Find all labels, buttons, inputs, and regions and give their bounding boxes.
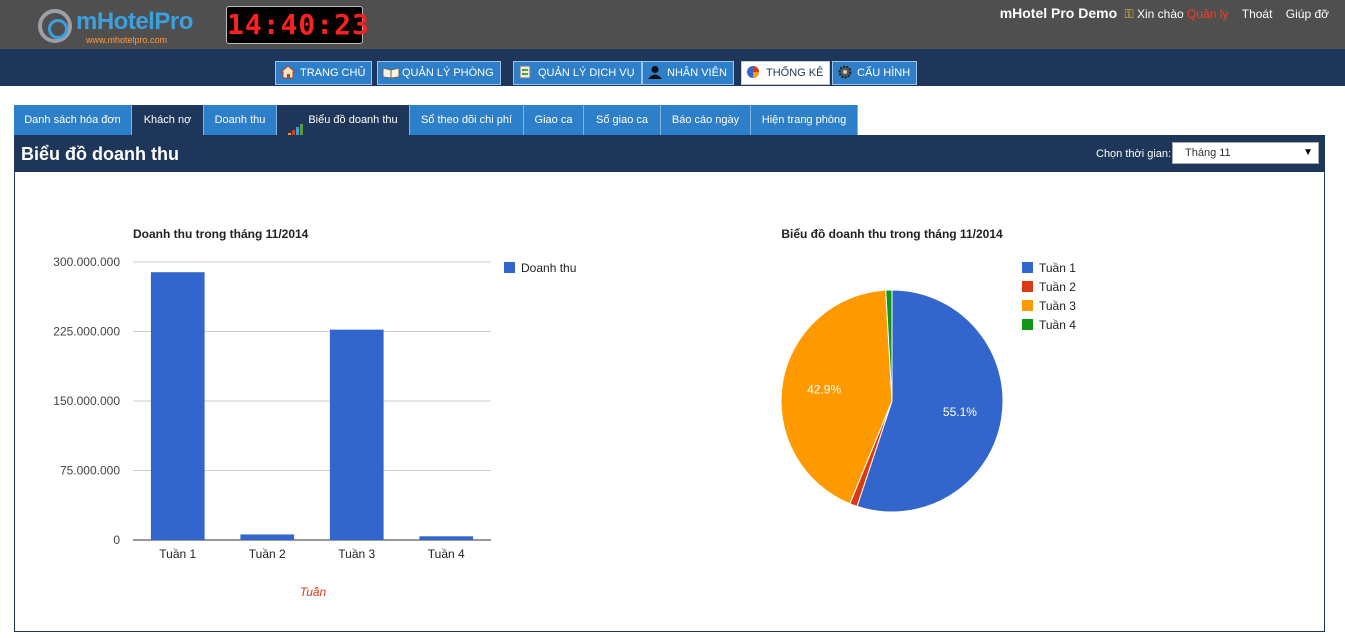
tab-revenue[interactable]: Doanh thu [204, 105, 277, 135]
legend-label: Tuần 1 [1039, 261, 1076, 275]
x-tick-label: Tuần 3 [338, 547, 375, 561]
nav-settings[interactable]: CẤU HÌNH [832, 61, 918, 85]
greeting-text: Xin chào [1136, 7, 1184, 21]
x-tick-label: Tuần 4 [428, 547, 465, 561]
nav-statistics-label: THỐNG KÊ [766, 67, 824, 79]
revenue-chart-panel: Biểu đồ doanh thu Chọn thời gian: Tháng … [14, 135, 1325, 632]
logo-text: mHotelPro [76, 8, 193, 35]
nav-home[interactable]: TRANG CHỦ [275, 61, 373, 85]
user-icon [647, 65, 663, 79]
panel-header: Biểu đồ doanh thu Chọn thời gian: Tháng … [15, 136, 1324, 172]
tab-daily-report[interactable]: Báo cáo ngày [661, 105, 751, 135]
logo-icon [38, 9, 72, 43]
legend-swatch [504, 262, 515, 273]
page-title: Biểu đồ doanh thu [21, 144, 179, 164]
x-tick-label: Tuần 2 [249, 547, 286, 561]
top-bar: mHotelPro www.mhotelpro.com 14:40:23 mHo… [0, 0, 1345, 49]
nav-staff[interactable]: NHÂN VIÊN [642, 61, 734, 85]
period-select[interactable]: Tháng 11 ▼ [1172, 142, 1319, 164]
tab-room-status[interactable]: Hiện trang phòng [751, 105, 858, 135]
help-link[interactable]: Giúp đỡ [1286, 7, 1329, 21]
user-name[interactable]: Quản lý [1187, 7, 1228, 21]
pie-chart: Biểu đồ doanh thu trong tháng 11/2014 55.… [780, 227, 1076, 513]
bar [329, 329, 384, 540]
nav-home-label: TRANG CHỦ [300, 67, 366, 79]
pie-slice-label: 42.9% [807, 383, 841, 397]
bar [240, 534, 295, 540]
x-tick-label: Tuần 1 [159, 547, 196, 561]
nav-staff-label: NHÂN VIÊN [667, 67, 727, 79]
y-tick-label: 300.000.000 [53, 255, 120, 269]
nav-rooms-label: QUẢN LÝ PHÒNG [402, 67, 494, 79]
tab-invoice-list[interactable]: Danh sách hóa đơn [14, 105, 132, 135]
pie-icon [746, 65, 762, 79]
logout-link[interactable]: Thoát [1242, 7, 1273, 21]
legend-label: Doanh thu [521, 261, 576, 275]
nav-settings-label: CẤU HÌNH [857, 67, 911, 79]
tab-revenue-chart[interactable]: Biểu đồ doanh thu [277, 105, 410, 137]
tab-shift[interactable]: Giao ca [524, 105, 584, 135]
pie-chart-title: Biểu đồ doanh thu trong tháng 11/2014 [781, 227, 1003, 241]
tab-revenue-chart-label: Biểu đồ doanh thu [308, 114, 398, 126]
bar-chart-title: Doanh thu trong tháng 11/2014 [133, 227, 309, 241]
y-tick-label: 150.000.000 [53, 394, 120, 408]
app-name: mHotel Pro Demo [999, 5, 1118, 21]
gear-icon [837, 65, 853, 79]
y-tick-label: 0 [113, 533, 120, 547]
service-icon [518, 65, 534, 79]
digital-clock: 14:40:23 [226, 6, 369, 44]
legend-label: Tuần 2 [1039, 280, 1076, 294]
tab-shift-book[interactable]: Sổ giao ca [584, 105, 661, 135]
period-label: Chọn thời gian: [1096, 148, 1172, 160]
pie-slice-label: 55.1% [943, 405, 977, 419]
home-icon [279, 65, 297, 79]
x-axis-label: Tuần [300, 585, 327, 599]
dropdown-arrow-icon: ▼ [1303, 147, 1313, 158]
logo[interactable]: mHotelPro www.mhotelpro.com [38, 7, 208, 47]
main-nav: TRANG CHỦ QUẢN LÝ PHÒNG QUẢN LÝ DỊCH VỤ … [0, 49, 1345, 86]
legend-swatch [1022, 281, 1033, 292]
nav-services[interactable]: QUẢN LÝ DỊCH VỤ [513, 61, 642, 85]
y-tick-label: 225.000.000 [53, 325, 120, 339]
legend-swatch [1022, 319, 1033, 330]
tab-expense-book[interactable]: Sổ theo dõi chi phí [410, 105, 524, 135]
bar-chart-icon [288, 107, 304, 137]
period-select-value: Tháng 11 [1185, 147, 1231, 159]
legend-swatch [1022, 262, 1033, 273]
legend-label: Tuần 4 [1039, 318, 1076, 332]
bar [419, 536, 474, 540]
nav-services-label: QUẢN LÝ DỊCH VỤ [538, 67, 635, 79]
nav-rooms[interactable]: QUẢN LÝ PHÒNG [377, 61, 501, 85]
y-tick-label: 75.000.000 [60, 464, 120, 478]
user-menu: mHotel Pro Demo ⚿ Xin chào Quản lý Thoát… [1000, 5, 1329, 22]
logo-subtext: www.mhotelpro.com [86, 35, 168, 45]
key-icon: ⚿ [1124, 7, 1134, 21]
legend-label: Tuần 3 [1039, 299, 1076, 313]
book-icon [382, 65, 400, 79]
nav-statistics[interactable]: THỐNG KÊ [741, 61, 831, 85]
bar-chart: Doanh thu trong tháng 11/2014 0 75.000.000… [53, 227, 576, 599]
bar [150, 272, 205, 540]
legend-swatch [1022, 300, 1033, 311]
tab-debtors[interactable]: Khách nợ [132, 105, 204, 135]
